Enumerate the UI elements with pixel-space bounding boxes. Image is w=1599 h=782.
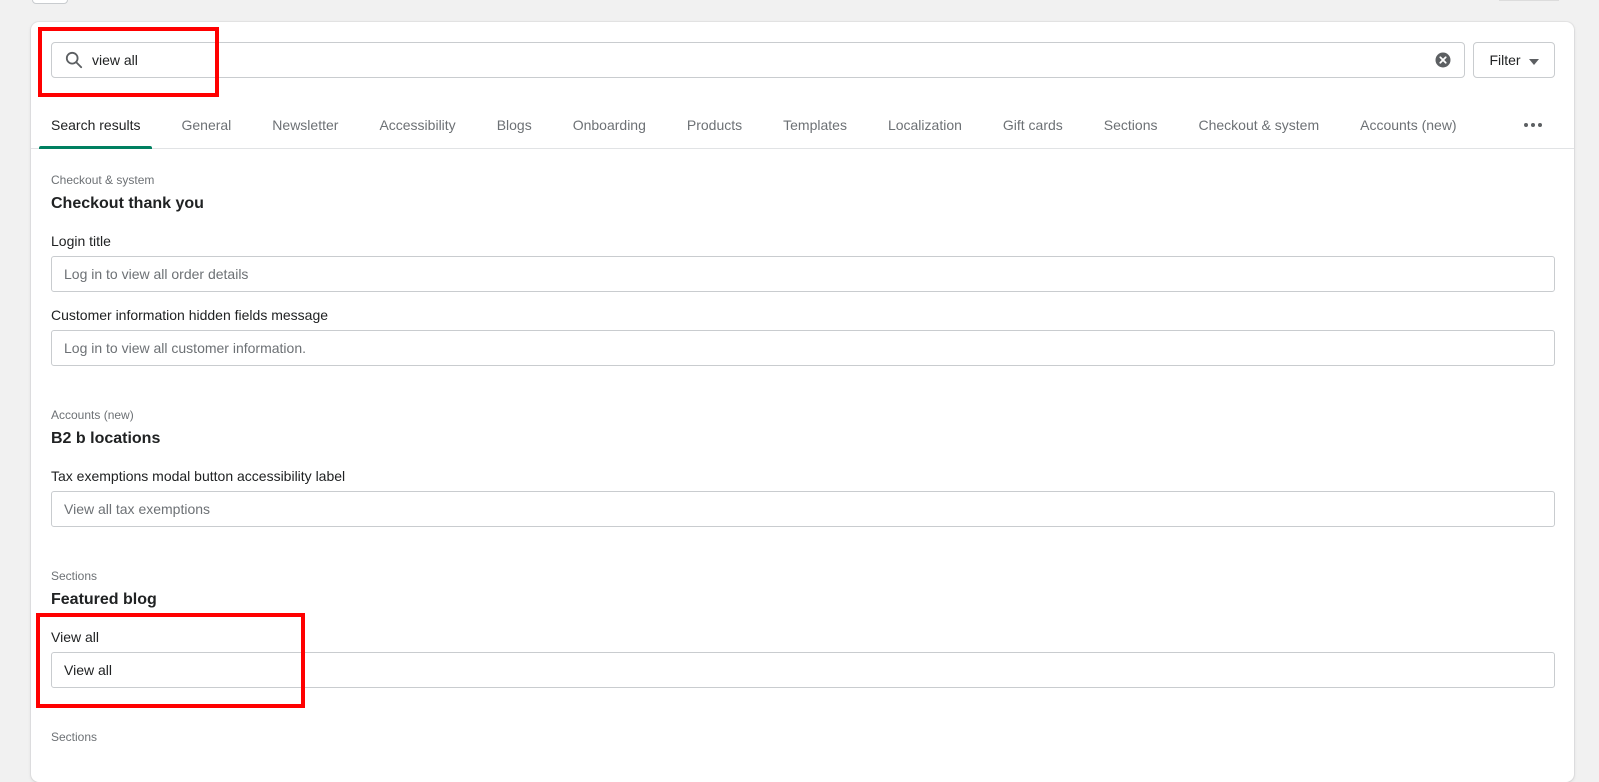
tab-label: Accessibility [379, 117, 456, 133]
tab-accounts-new[interactable]: Accounts (new) [1348, 102, 1468, 148]
tab-checkout-system[interactable]: Checkout & system [1187, 102, 1332, 148]
tab-label: General [181, 117, 232, 133]
field-label: Tax exemptions modal button accessibilit… [51, 468, 346, 484]
tab-label: Blogs [496, 117, 532, 133]
translation-field: View all View all [51, 628, 1555, 688]
tab-label: Templates [783, 117, 847, 133]
filter-button[interactable]: Filter [1473, 42, 1555, 78]
translation-field: Tax exemptions modal button accessibilit… [51, 467, 1555, 527]
top-divider [1499, 0, 1559, 1]
tab-newsletter[interactable]: Newsletter [260, 102, 350, 148]
tab-label: Checkout & system [1198, 117, 1320, 133]
translation-field: Customer information hidden fields messa… [51, 306, 1555, 366]
translation-input[interactable]: View all tax exemptions [51, 491, 1555, 527]
translation-field: Login title Log in to view all order det… [51, 232, 1555, 292]
caret-down-icon [1528, 52, 1539, 68]
more-horizontal-icon [1524, 123, 1542, 127]
tab-general[interactable]: General [169, 102, 243, 148]
result-title: Checkout thank you [51, 195, 204, 212]
more-tabs-button[interactable] [1514, 102, 1552, 148]
result-group: Sections Featured blog [51, 568, 1555, 610]
tab-gift-cards[interactable]: Gift cards [991, 102, 1075, 148]
tab-label: Accounts (new) [1360, 117, 1457, 133]
result-category: Sections [51, 569, 98, 583]
tab-accessibility[interactable]: Accessibility [367, 102, 467, 148]
tab-label: Sections [1103, 117, 1158, 133]
result-category: Sections [51, 730, 98, 744]
translation-input[interactable]: View all [51, 652, 1555, 688]
search-field[interactable]: view all [51, 42, 1465, 78]
filter-button-label: Filter [1489, 52, 1521, 68]
tab-localization[interactable]: Localization [876, 102, 974, 148]
search-input[interactable]: view all [92, 52, 1434, 68]
translation-input[interactable]: Log in to view all order details [51, 256, 1555, 292]
top-partial-control [32, 0, 68, 4]
result-category: Checkout & system [51, 173, 155, 187]
tab-blogs[interactable]: Blogs [485, 102, 544, 148]
result-title: Featured blog [51, 591, 157, 608]
tab-products[interactable]: Products [675, 102, 754, 148]
field-label: Customer information hidden fields messa… [51, 307, 329, 323]
tab-label: Search results [51, 117, 141, 133]
result-title: B2 b locations [51, 430, 161, 447]
tab-label: Onboarding [572, 117, 646, 133]
search-icon [64, 50, 84, 70]
field-label: View all [51, 629, 99, 645]
clear-search-icon[interactable] [1434, 51, 1452, 69]
tab-label: Gift cards [1002, 117, 1063, 133]
field-label: Login title [51, 233, 111, 249]
search-row: view all Filter [51, 42, 1555, 78]
tab-onboarding[interactable]: Onboarding [561, 102, 658, 148]
tab-bar: Search results General Newsletter Access… [31, 102, 1574, 149]
tab-sections[interactable]: Sections [1092, 102, 1170, 148]
tab-label: Localization [887, 117, 962, 133]
tab-label: Newsletter [272, 117, 339, 133]
result-group: Sections [51, 729, 1555, 745]
translation-input[interactable]: Log in to view all customer information. [51, 330, 1555, 366]
result-group: Checkout & system Checkout thank you [51, 172, 1555, 214]
tab-templates[interactable]: Templates [771, 102, 859, 148]
translation-search-card: view all Filter Search results General N… [31, 22, 1574, 782]
tab-search-results[interactable]: Search results [39, 102, 153, 149]
tab-label: Products [686, 117, 743, 133]
result-group: Accounts (new) B2 b locations [51, 407, 1555, 449]
result-category: Accounts (new) [51, 408, 134, 422]
